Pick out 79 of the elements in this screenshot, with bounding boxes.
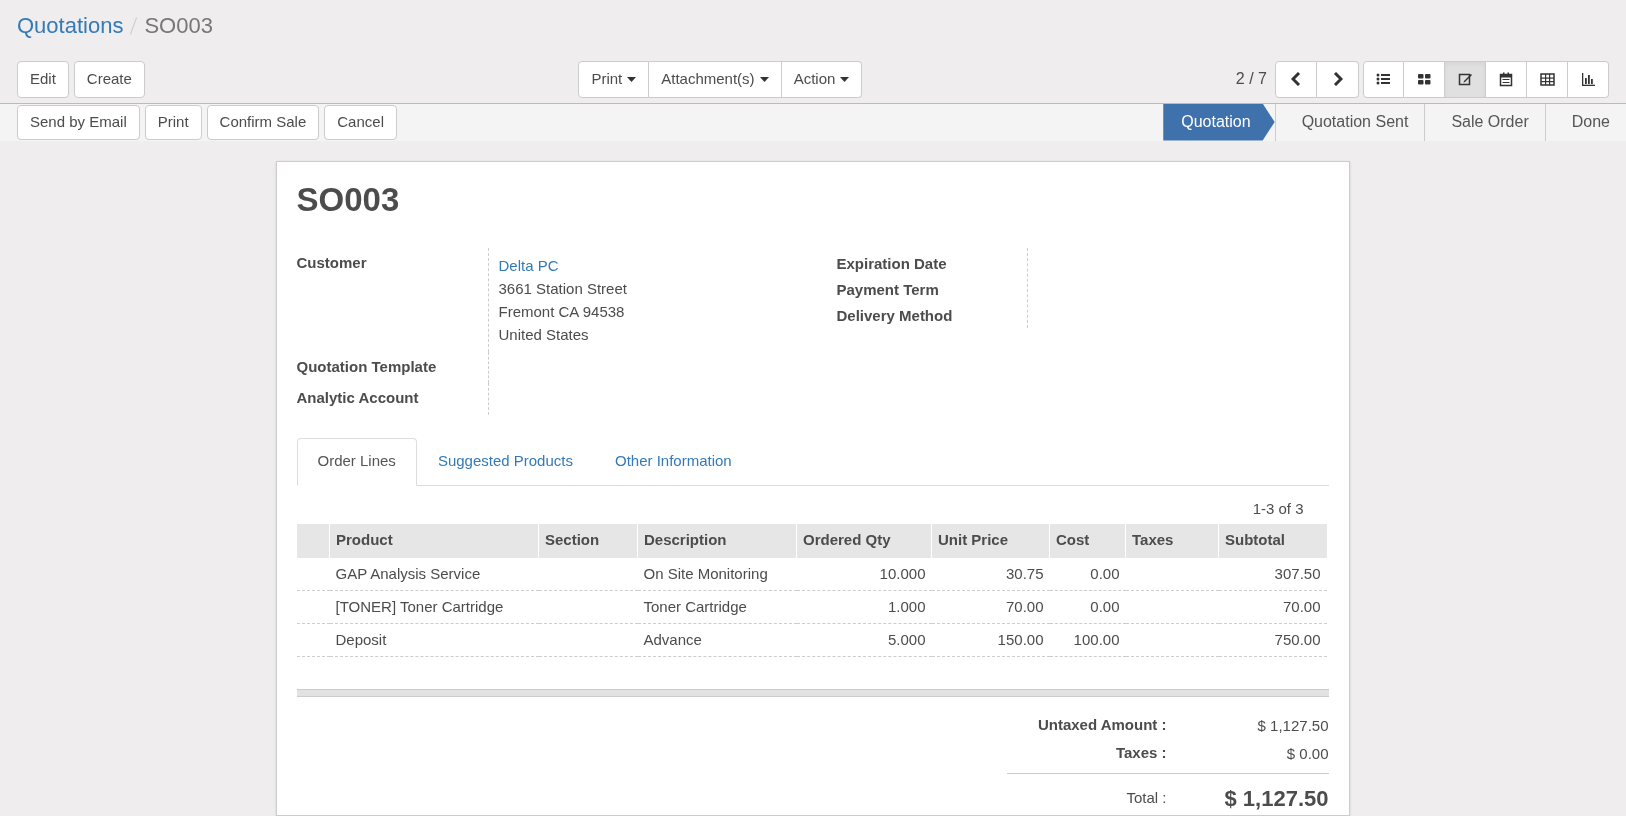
customer-link[interactable]: Delta PC bbox=[498, 253, 837, 277]
field-label: Expiration Date bbox=[836, 253, 948, 274]
table-cell: 1.000 bbox=[796, 590, 932, 624]
tab[interactable]: Suggested Products bbox=[416, 437, 594, 486]
bar-chart-icon bbox=[1580, 71, 1596, 87]
view-switch-button[interactable] bbox=[1527, 60, 1568, 98]
edit-icon bbox=[1457, 71, 1473, 87]
list-pager: 1-3 of 3 bbox=[1252, 498, 1304, 519]
workflow-button[interactable]: Confirm Sale bbox=[206, 104, 320, 140]
workflow-button[interactable]: Print bbox=[144, 104, 202, 140]
table-cell: 150.00 bbox=[931, 623, 1050, 657]
chevron-right-icon bbox=[1332, 72, 1343, 87]
column-header[interactable]: Subtotal bbox=[1218, 523, 1327, 558]
workflow-button[interactable]: Send by Email bbox=[17, 104, 140, 140]
toolbar-button[interactable]: Create bbox=[73, 60, 145, 98]
tab[interactable]: Other Information bbox=[593, 437, 753, 486]
column-header[interactable]: Section bbox=[538, 523, 638, 558]
workflow-button[interactable]: Cancel bbox=[324, 104, 397, 140]
table-icon bbox=[1539, 71, 1555, 87]
table-cell: Deposit bbox=[329, 623, 539, 657]
table-cell: 10.000 bbox=[796, 557, 932, 591]
dropdown-button[interactable]: Action bbox=[781, 60, 863, 98]
caret-icon bbox=[627, 76, 637, 82]
column-header[interactable]: Taxes bbox=[1125, 523, 1219, 558]
view-switch-button[interactable] bbox=[1486, 60, 1527, 98]
total-label: Untaxed Amount : bbox=[1036, 714, 1168, 735]
column-header[interactable]: Cost bbox=[1049, 523, 1126, 558]
column-header[interactable]: Ordered Qty bbox=[796, 523, 932, 558]
list-icon bbox=[1376, 71, 1391, 87]
chevron-left-icon bbox=[1291, 72, 1301, 87]
address-line: 3661 Station Street bbox=[498, 278, 628, 299]
table-cell: 70.00 bbox=[1218, 590, 1327, 624]
field-label: Delivery Method bbox=[836, 305, 954, 326]
table-cell: 307.50 bbox=[1218, 557, 1327, 591]
column-header[interactable]: Product bbox=[329, 523, 539, 558]
table-cell: 0.00 bbox=[1049, 590, 1126, 624]
table-cell: On Site Monitoring bbox=[637, 557, 797, 591]
field-label: Payment Term bbox=[836, 279, 940, 300]
calendar-icon bbox=[1498, 71, 1514, 87]
breadcrumb-current: SO003 bbox=[144, 12, 213, 41]
table-cell: 5.000 bbox=[796, 623, 932, 657]
total-value: $ 1,127.50 bbox=[1223, 785, 1329, 813]
view-switch-button[interactable] bbox=[1363, 60, 1404, 98]
table-cell: 70.00 bbox=[931, 590, 1050, 624]
table-cell: GAP Analysis Service bbox=[329, 557, 539, 591]
caret-icon bbox=[759, 76, 769, 82]
view-switch-button[interactable] bbox=[1568, 60, 1609, 98]
table-cell: 0.00 bbox=[1049, 557, 1126, 591]
next-button[interactable] bbox=[1317, 60, 1359, 98]
view-switch-button[interactable] bbox=[1404, 60, 1445, 98]
field-label: Analytic Account bbox=[296, 388, 420, 408]
dropdown-button[interactable]: Attachment(s) bbox=[649, 60, 782, 98]
breadcrumb-link[interactable]: Quotations bbox=[17, 9, 124, 43]
total-value: $ 0.00 bbox=[1285, 744, 1329, 765]
status-stage[interactable]: Quotation bbox=[1163, 103, 1275, 141]
toolbar-button[interactable]: Edit bbox=[17, 60, 69, 98]
table-cell: Toner Cartridge bbox=[637, 590, 797, 624]
total-value: $ 1,127.50 bbox=[1256, 716, 1329, 737]
dropdown-button[interactable]: Print bbox=[578, 60, 650, 98]
column-header[interactable]: Description bbox=[637, 523, 797, 558]
field-label: Quotation Template bbox=[296, 356, 438, 377]
grid-icon bbox=[1416, 71, 1432, 87]
caret-icon bbox=[840, 76, 850, 82]
address-line: United States bbox=[498, 324, 590, 345]
view-switch-button[interactable] bbox=[1445, 60, 1486, 98]
column-header[interactable]: Unit Price bbox=[931, 523, 1050, 558]
field-label: Customer bbox=[296, 252, 368, 273]
record-title: SO003 bbox=[296, 179, 401, 220]
previous-button[interactable] bbox=[1275, 60, 1317, 98]
table-cell: 750.00 bbox=[1218, 623, 1327, 657]
total-label: Taxes : bbox=[1114, 742, 1168, 763]
table-cell: [TONER] Toner Cartridge bbox=[329, 590, 539, 624]
tab[interactable]: Order Lines bbox=[296, 437, 417, 486]
table-cell: 100.00 bbox=[1049, 623, 1126, 657]
table-cell: 30.75 bbox=[931, 557, 1050, 591]
table-cell: Advance bbox=[637, 623, 797, 657]
total-label: Total : bbox=[1125, 788, 1168, 809]
address-line: Fremont CA 94538 bbox=[498, 301, 626, 322]
record-pager: 2 / 7 bbox=[1235, 69, 1267, 90]
